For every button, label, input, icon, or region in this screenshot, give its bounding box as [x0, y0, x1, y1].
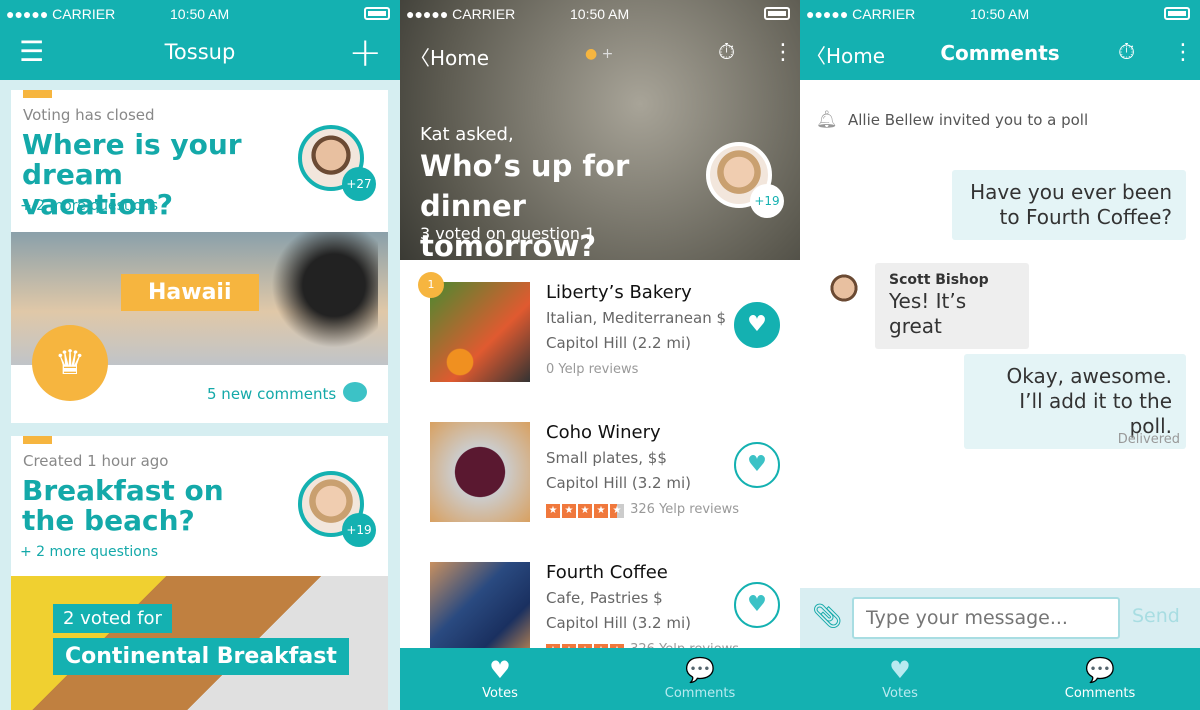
breakfast-image: 2 voted for Continental Breakfast	[11, 576, 388, 710]
poll-card[interactable]: Created 1 hour ago Breakfast on the beac…	[11, 436, 388, 710]
tab-label: Comments	[1064, 686, 1136, 701]
tab-votes[interactable]: ♥ Votes	[800, 648, 1000, 710]
heart-icon[interactable]: ♥	[734, 442, 780, 488]
poll-question[interactable]: Breakfast on the beach?	[22, 476, 282, 536]
page-dots: ● +	[585, 46, 614, 62]
restaurant-thumbnail	[430, 562, 530, 662]
carrier: ●●●●● CARRIER	[6, 6, 116, 22]
poll-status: Voting has closed	[23, 106, 155, 124]
comment-icon[interactable]	[343, 382, 367, 402]
status-bar: ●●●●● CARRIER 10:50 AM	[400, 0, 800, 28]
header: ●●●●● CARRIER 10:50 AM ☰ Tossup +	[0, 0, 400, 80]
heart-icon: ♥	[889, 656, 911, 684]
comment-icon: 💬	[685, 656, 715, 684]
tab-label: Votes	[482, 686, 518, 701]
avatar	[824, 266, 864, 310]
screen-poll-detail: ●●●●● CARRIER 10:50 AM 〈Home ● + ⏱ ⋮ Kat…	[400, 0, 800, 710]
paperclip-icon[interactable]: 📎︎	[812, 602, 842, 630]
crown-icon: ♛	[32, 325, 108, 401]
status-bar: ●●●●● CARRIER 10:50 AM	[0, 0, 400, 28]
tab-comments[interactable]: 💬 Comments	[600, 648, 800, 710]
time: 10:50 AM	[970, 6, 1030, 22]
message-input[interactable]	[852, 597, 1120, 639]
participant-count: +19	[750, 184, 784, 218]
review-count: 0 Yelp reviews	[546, 362, 639, 377]
battery-icon	[764, 7, 790, 20]
battery-icon	[364, 7, 390, 20]
restaurant-type: Cafe, Pastries $	[546, 589, 663, 607]
poll-status: Created 1 hour ago	[23, 452, 169, 470]
tab-comments[interactable]: 💬 Comments	[1000, 648, 1200, 710]
more-icon[interactable]: ⋮	[1172, 40, 1194, 65]
time: 10:50 AM	[170, 6, 230, 22]
vote-summary: 3 voted on question 1	[420, 224, 596, 243]
tab-label: Votes	[882, 686, 918, 701]
screen-comments: ●●●●● CARRIER 10:50 AM 〈Home Comments ⏱ …	[800, 0, 1200, 710]
plus-icon[interactable]: +	[348, 30, 382, 76]
participant-count: +27	[342, 167, 376, 201]
bell-icon: 🔔︎	[816, 110, 838, 130]
restaurant-name: Fourth Coffee	[546, 562, 668, 583]
delivery-status: Delivered	[1117, 432, 1180, 447]
header: ●●●●● CARRIER 10:50 AM 〈Home Comments ⏱ …	[800, 0, 1200, 80]
restaurant-location: Capitol Hill (3.2 mi)	[546, 614, 692, 632]
restaurant-name: Liberty’s Bakery	[546, 282, 692, 303]
back-button[interactable]: 〈Home	[410, 42, 489, 71]
sender-name: Scott Bishop	[889, 272, 989, 288]
restaurant-type: Italian, Mediterranean $	[546, 309, 727, 327]
asker: Kat asked,	[420, 124, 514, 145]
restaurant-name: Coho Winery	[546, 422, 661, 443]
rank-badge: 1	[418, 272, 444, 298]
flag	[23, 436, 52, 444]
status-bar: ●●●●● CARRIER 10:50 AM	[800, 0, 1200, 28]
page-title: Comments	[940, 41, 1060, 65]
rating-stars: ★★★★★ 326 Yelp reviews	[546, 502, 739, 518]
choice-tag: Continental Breakfast	[53, 638, 349, 675]
restaurant-thumbnail	[430, 422, 530, 522]
chevron-left-icon: 〈	[410, 46, 430, 70]
timer-icon[interactable]: ⏱	[1118, 40, 1135, 65]
tab-label: Comments	[664, 686, 736, 701]
received-message: Scott Bishop Yes! It’s great	[875, 263, 1029, 349]
heart-icon: ♥	[489, 656, 511, 684]
restaurant-thumbnail	[430, 282, 530, 382]
message-text: Yes! It’s great	[889, 289, 967, 338]
restaurant-location: Capitol Hill (3.2 mi)	[546, 474, 692, 492]
timer-icon[interactable]: ⏱	[718, 40, 735, 65]
composer: 📎︎ Send	[800, 588, 1200, 648]
heart-icon[interactable]: ♥	[734, 582, 780, 628]
comment-icon: 💬	[1085, 656, 1115, 684]
restaurant-type: Small plates, $$	[546, 449, 667, 467]
carrier: ●●●●● CARRIER	[406, 6, 516, 22]
back-label: Home	[430, 46, 490, 70]
poll-question: Who’s up for dinner tomorrow?	[420, 149, 630, 263]
send-button[interactable]: Send	[1132, 605, 1180, 627]
sent-message: Have you ever been to Fourth Coffee?	[952, 170, 1186, 240]
tab-votes[interactable]: ♥ Votes	[400, 648, 600, 710]
more-questions-link[interactable]: + 2 more questions	[20, 198, 158, 214]
screen-polls: ●●●●● CARRIER 10:50 AM ☰ Tossup + Voting…	[0, 0, 400, 710]
more-questions-link[interactable]: + 2 more questions	[20, 544, 158, 560]
winner-tag: Hawaii	[121, 274, 259, 311]
participant-count: +19	[342, 513, 376, 547]
list-item[interactable]: Liberty’s Bakery Italian, Mediterranean …	[430, 282, 800, 392]
restaurant-location: Capitol Hill (2.2 mi)	[546, 334, 692, 352]
notification-text: Allie Bellew invited you to a poll	[848, 111, 1089, 129]
tab-bar: ♥ Votes 💬 Comments	[400, 648, 800, 710]
review-count: 326 Yelp reviews	[630, 502, 740, 517]
more-icon[interactable]: ⋮	[772, 40, 794, 65]
voted-for-label: 2 voted for	[53, 604, 172, 633]
poll-card[interactable]: Voting has closed Where is your dream va…	[11, 90, 388, 423]
flag	[23, 90, 52, 98]
tab-bar: ♥ Votes 💬 Comments	[800, 648, 1200, 710]
hero: ●●●●● CARRIER 10:50 AM 〈Home ● + ⏱ ⋮ Kat…	[400, 0, 800, 263]
new-comments-link[interactable]: 5 new comments	[207, 385, 336, 403]
battery-icon	[1164, 7, 1190, 20]
heart-icon[interactable]: ♥	[734, 302, 780, 348]
carrier: ●●●●● CARRIER	[806, 6, 916, 22]
app-title: Tossup	[164, 40, 236, 64]
list-item[interactable]: Coho Winery Small plates, $$ Capitol Hil…	[430, 422, 800, 532]
time: 10:50 AM	[570, 6, 630, 22]
